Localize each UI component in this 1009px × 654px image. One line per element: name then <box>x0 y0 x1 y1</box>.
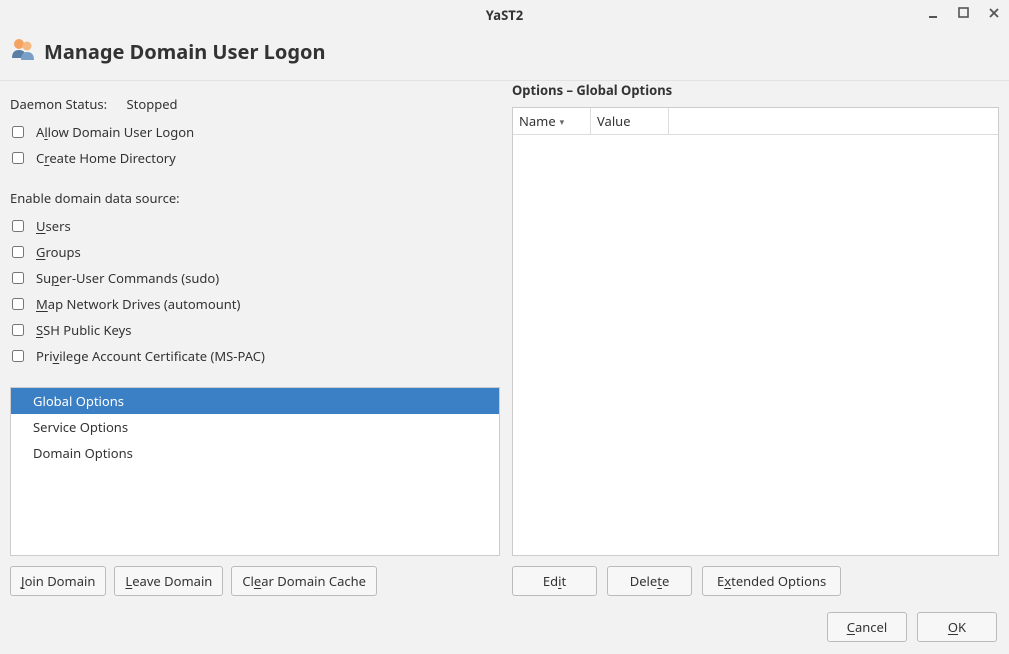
column-header-value[interactable]: Value <box>591 108 669 134</box>
map-checkbox-row[interactable]: Map Network Drives (automount) <box>12 295 500 313</box>
page-header: Manage Domain User Logon <box>0 30 1009 81</box>
window-title: YaST2 <box>486 6 523 24</box>
options-table-header: Name ▾ Value <box>513 108 998 135</box>
options-scope-item[interactable]: Service Options <box>11 414 499 440</box>
leave-domain-button[interactable]: Leave Domain <box>114 566 223 596</box>
edit-button[interactable]: Edit <box>512 566 597 596</box>
allow-logon-checkbox-row[interactable]: Allow Domain User Logon <box>12 123 500 141</box>
users-checkbox[interactable] <box>12 220 24 232</box>
options-table-body <box>513 135 998 555</box>
enable-source-label: Enable domain data source: <box>10 189 500 207</box>
options-scope-list[interactable]: Global OptionsService OptionsDomain Opti… <box>10 387 500 556</box>
groups-checkbox-row[interactable]: Groups <box>12 243 500 261</box>
window-titlebar: YaST2 <box>0 0 1009 30</box>
ssh-checkbox[interactable] <box>12 324 24 336</box>
right-pane: Options – Global Options Name ▾ Value Ed… <box>512 81 999 596</box>
create-home-checkbox-row[interactable]: Create Home Directory <box>12 149 500 167</box>
allow-logon-checkbox[interactable] <box>12 126 24 138</box>
ok-button[interactable]: OK <box>917 612 997 642</box>
maximize-icon[interactable] <box>957 6 971 20</box>
users-label: Users <box>36 217 71 235</box>
create-home-label: Create Home Directory <box>36 149 176 167</box>
users-checkbox-row[interactable]: Users <box>12 217 500 235</box>
map-label: Map Network Drives (automount) <box>36 295 240 313</box>
sort-indicator-icon: ▾ <box>560 115 565 128</box>
close-icon[interactable] <box>987 6 1001 20</box>
main-content: Daemon Status: Stopped Allow Domain User… <box>0 81 1009 596</box>
ssh-label: SSH Public Keys <box>36 321 132 339</box>
left-pane: Daemon Status: Stopped Allow Domain User… <box>10 81 500 596</box>
page-title: Manage Domain User Logon <box>44 38 325 65</box>
daemon-status-label: Daemon Status: <box>10 95 107 113</box>
clear-domain-cache-button[interactable]: Clear Domain Cache <box>231 566 377 596</box>
join-domain-button[interactable]: Join Domain <box>10 566 106 596</box>
pac-checkbox-row[interactable]: Privilege Account Certificate (MS-PAC) <box>12 347 500 365</box>
pac-checkbox[interactable] <box>12 350 24 362</box>
allow-logon-label: Allow Domain User Logon <box>36 123 194 141</box>
daemon-status-row: Daemon Status: Stopped <box>10 95 500 113</box>
sudo-checkbox[interactable] <box>12 272 24 284</box>
domain-action-buttons: Join Domain Leave Domain Clear Domain Ca… <box>10 566 500 596</box>
options-table[interactable]: Name ▾ Value <box>512 107 999 556</box>
pac-label: Privilege Account Certificate (MS-PAC) <box>36 347 265 365</box>
options-section-title: Options – Global Options <box>512 81 999 99</box>
groups-checkbox[interactable] <box>12 246 24 258</box>
delete-button[interactable]: Delete <box>607 566 692 596</box>
users-icon <box>10 36 36 66</box>
window-controls <box>927 6 1001 20</box>
cancel-button[interactable]: Cancel <box>827 612 907 642</box>
options-scope-item[interactable]: Global Options <box>11 388 499 414</box>
dialog-footer: Cancel OK <box>0 596 1009 654</box>
minimize-icon[interactable] <box>927 6 941 20</box>
extended-options-button[interactable]: Extended Options <box>702 566 841 596</box>
map-checkbox[interactable] <box>12 298 24 310</box>
create-home-checkbox[interactable] <box>12 152 24 164</box>
options-action-buttons: Edit Delete Extended Options <box>512 566 999 596</box>
groups-label: Groups <box>36 243 81 261</box>
options-scope-item[interactable]: Domain Options <box>11 440 499 466</box>
column-header-name[interactable]: Name ▾ <box>513 108 591 134</box>
sudo-checkbox-row[interactable]: Super-User Commands (sudo) <box>12 269 500 287</box>
daemon-status-value: Stopped <box>127 95 178 113</box>
ssh-checkbox-row[interactable]: SSH Public Keys <box>12 321 500 339</box>
sudo-label: Super-User Commands (sudo) <box>36 269 219 287</box>
